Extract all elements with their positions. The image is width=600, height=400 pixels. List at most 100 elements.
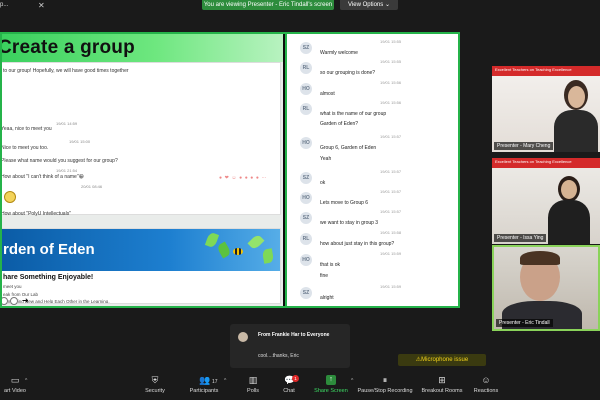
shield-icon: ⛨ xyxy=(151,375,159,385)
video-icon: ▭ xyxy=(10,375,20,385)
avatar: HO xyxy=(300,83,312,95)
post-text: Yeaa, nice to meet you xyxy=(1,126,52,132)
participant-body xyxy=(554,110,598,152)
message-time: 19/01 15:58 xyxy=(380,230,402,235)
view-options-button[interactable]: View Options ⌄ xyxy=(340,0,398,10)
security-button[interactable]: ⛨ Security xyxy=(140,375,170,399)
reactions-label: Reactions xyxy=(473,388,499,394)
chat-message: HO 19/01 15:56 almost xyxy=(287,80,458,102)
participant-name: Presenter - Issa Ying xyxy=(494,234,547,242)
video-tile-mary-cheng[interactable]: Excellent Teachers on Teaching Excellenc… xyxy=(492,66,600,152)
polls-icon: ▥ xyxy=(248,375,258,385)
slide-header: Create a group xyxy=(0,34,283,62)
leaf-icon xyxy=(204,231,220,249)
leaf-icon xyxy=(247,233,265,251)
pause-stop-icon: ⏸ xyxy=(382,375,388,385)
post-text: meet you xyxy=(3,284,22,289)
message-text: Warmly welcome xyxy=(320,50,358,56)
chat-badge: 1 xyxy=(292,375,299,382)
chevron-up-icon[interactable]: ^ xyxy=(224,378,226,384)
message-time: 19/01 15:55 xyxy=(380,59,402,64)
avatar: SZ xyxy=(300,287,312,299)
leaf-icon xyxy=(216,241,232,259)
post-text: something New and Help Each Other in the… xyxy=(3,299,110,304)
post-time: 19/01 14:59 xyxy=(56,121,78,126)
bee-icon xyxy=(233,248,243,255)
recording-button[interactable]: ⏸ Pause/Stop Recording xyxy=(356,375,414,399)
group-post: to our group! Hopefully, we will have go… xyxy=(0,62,281,217)
close-icon[interactable]: ✕ xyxy=(38,1,45,10)
conference-banner: Excellent Teachers on Teaching Excellenc… xyxy=(492,66,600,76)
conference-banner: Excellent Teachers on Teaching Excellenc… xyxy=(492,158,600,168)
participants-icon: 👥 xyxy=(199,375,211,385)
post-text: How about "I can't think of a name"😁 xyxy=(1,174,84,180)
video-tile-eric-tindall[interactable]: Presenter - Eric Tindall xyxy=(492,245,600,331)
notification-sender: From Frankie Har to Everyone xyxy=(258,332,330,338)
chat-message: SZ 19/01 15:57 ok xyxy=(287,169,458,191)
polls-label: Polls xyxy=(247,388,259,394)
comment-icon[interactable] xyxy=(0,297,8,305)
chat-message: Yeah xyxy=(287,145,458,167)
video-tile-issa-ying[interactable]: Excellent Teachers on Teaching Excellenc… xyxy=(492,158,600,244)
participant-face xyxy=(568,86,585,108)
chat-notification[interactable]: From Frankie Har to Everyone cool....tha… xyxy=(230,324,350,368)
message-time: 19/01 15:56 xyxy=(380,80,402,85)
message-time: 19/01 15:57 xyxy=(380,189,402,194)
notification-message: cool....thanks, Eric xyxy=(258,353,299,359)
message-time: 19/01 15:57 xyxy=(380,169,402,174)
slide-panel: Create a group to our group! Hopefully, … xyxy=(0,34,283,306)
polls-button[interactable]: ▥ Polls xyxy=(242,375,264,399)
viewing-banner: You are viewing Presenter - Eric Tindall… xyxy=(202,0,334,10)
recording-label: Pause/Stop Recording xyxy=(357,388,413,394)
message-time: 19/01 15:55 xyxy=(380,39,402,44)
eden-banner: rden of Eden xyxy=(1,229,280,271)
microphone-issue-badge[interactable]: ⚠Microphone issue xyxy=(398,354,486,366)
reaction-bar[interactable]: ● ❤ ☺ ● ● ● ● ⋯ xyxy=(219,175,279,183)
reactions-button[interactable]: ☺ Reactions xyxy=(472,375,500,399)
post-time: 20/01 08:46 xyxy=(81,184,103,189)
participants-label: Participants xyxy=(189,388,219,394)
sticker-icon xyxy=(4,191,16,203)
message-text: ok xyxy=(320,180,326,186)
slide-title: Create a group xyxy=(0,37,135,58)
share-screen-button[interactable]: ↑ Share Screen xyxy=(312,375,350,399)
participant-body xyxy=(548,200,590,244)
message-text: Garden of Eden? xyxy=(320,121,359,127)
avatar: RL xyxy=(300,62,312,74)
message-time: 19/01 15:59 xyxy=(380,251,402,256)
message-time: 19/01 15:57 xyxy=(380,209,402,214)
message-text: alright xyxy=(320,295,334,301)
post-text: to our group! Hopefully, we will have go… xyxy=(3,68,129,74)
meeting-toolbar: ▭ art Video ^ ⛨ Security 👥 Participants … xyxy=(0,370,600,400)
message-time: 19/01 15:59 xyxy=(380,284,402,289)
chat-panel: SZ 19/01 15:55 Warmly welcome RL 19/01 1… xyxy=(285,34,458,306)
garden-of-eden-post: rden of Eden hare Something Enjoyable! m… xyxy=(0,228,281,304)
breakout-rooms-icon: ⊞ xyxy=(438,375,446,385)
avatar: HO xyxy=(300,192,312,204)
post-text: Nice to meet you too. xyxy=(1,145,49,151)
message-text: fine xyxy=(320,273,329,279)
eden-title: rden of Eden xyxy=(3,241,95,258)
message-time: 19/01 15:57 xyxy=(380,134,402,139)
breakout-rooms-button[interactable]: ⊞ Breakout Rooms xyxy=(420,375,464,399)
chat-message: SZ 19/01 15:59 alright xyxy=(287,284,458,306)
message-text: almost xyxy=(320,91,335,97)
message-text: we want to stay in group 3 xyxy=(320,220,379,226)
avatar: SZ xyxy=(300,42,312,54)
cursor-icon: ➜ xyxy=(22,296,29,305)
chevron-up-icon[interactable]: ^ xyxy=(351,378,353,384)
chevron-up-icon[interactable]: ^ xyxy=(25,378,27,384)
chat-message: SZ 19/01 15:55 Warmly welcome xyxy=(287,39,458,61)
chat-message: SZ 19/01 15:57 we want to stay in group … xyxy=(287,209,458,231)
start-video-label: art Video xyxy=(4,388,26,394)
chat-message: Garden of Eden? xyxy=(287,110,458,132)
leaf-icon xyxy=(261,248,275,264)
avatar: RL xyxy=(300,233,312,245)
top-bar: p... ✕ You are viewing Presenter - Eric … xyxy=(0,0,600,14)
post-time: 19/01 21:54 xyxy=(56,168,78,173)
post-text: How about "PolyU Intellectuals" xyxy=(1,211,71,217)
chat-message: RL 19/01 15:55 so our grouping is done? xyxy=(287,59,458,81)
more-icon[interactable] xyxy=(10,297,18,305)
message-text: so our grouping is done? xyxy=(320,70,376,76)
top-left-label: p... xyxy=(0,2,9,8)
